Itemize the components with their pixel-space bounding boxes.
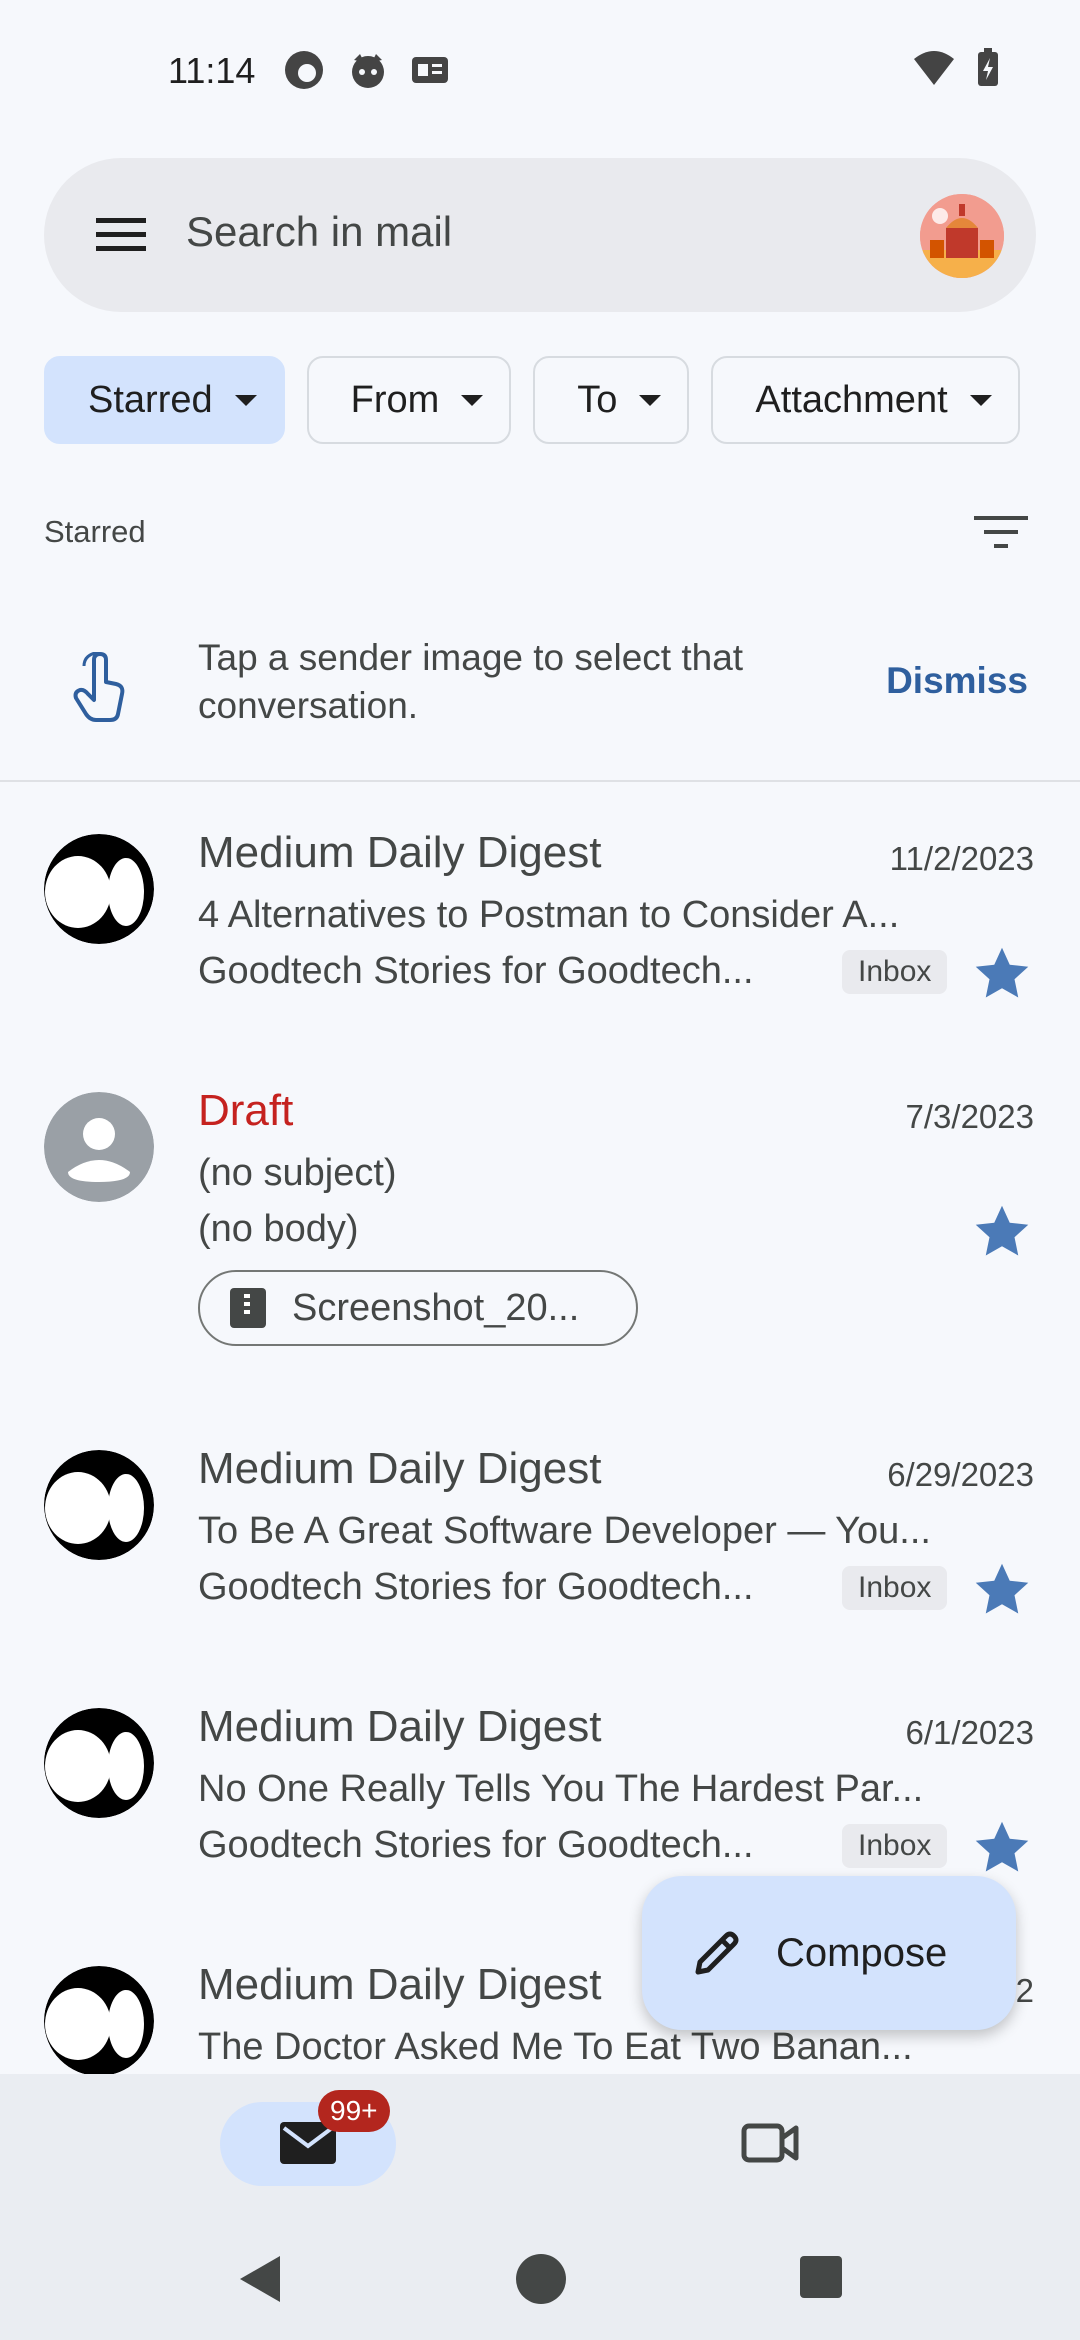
- system-navigation: [0, 2234, 1080, 2340]
- edge-icon: [285, 51, 323, 89]
- battery-charging-icon: [978, 48, 998, 86]
- inbox-label: Inbox: [842, 950, 948, 994]
- mail-date: 6/1/2023: [905, 1714, 1034, 1751]
- chip-to[interactable]: To: [533, 356, 690, 444]
- mail-snippet: Goodtech Stories for Goodtech...: [198, 1824, 754, 1866]
- mail-row[interactable]: Medium Daily Digest 11/2/2023 4 Alternat…: [0, 794, 1080, 1052]
- news-icon: [412, 57, 448, 83]
- inbox-label: Inbox: [842, 1566, 948, 1610]
- recents-icon[interactable]: [798, 2254, 844, 2300]
- chip-starred[interactable]: Starred: [44, 356, 285, 444]
- medium-logo-icon[interactable]: [44, 834, 154, 944]
- person-avatar-icon[interactable]: [44, 1092, 154, 1202]
- bottom-navigation: 99+: [0, 2074, 1080, 2234]
- compose-button[interactable]: Compose: [642, 1876, 1016, 2030]
- dismiss-button[interactable]: Dismiss: [886, 660, 1028, 702]
- filter-chips: Starred From To Attachment: [44, 356, 1020, 444]
- cat-icon: [352, 54, 384, 88]
- status-system-icons: [912, 48, 1000, 88]
- caret-down-icon: [969, 394, 992, 406]
- mail-row-draft[interactable]: Draft 7/3/2023 (no subject) (no body) Sc…: [0, 1052, 1080, 1382]
- mail-date: 7/3/2023: [905, 1098, 1034, 1135]
- compose-label: Compose: [776, 1930, 948, 1975]
- medium-avatar-image: [44, 1966, 154, 2074]
- sender-name: Medium Daily Digest: [198, 1444, 602, 1493]
- mail-date: 6/29/2023: [887, 1456, 1034, 1493]
- chip-label: To: [577, 378, 618, 421]
- home-icon[interactable]: [514, 2252, 568, 2306]
- status-bar: 11:14: [0, 0, 1080, 140]
- medium-logo-icon[interactable]: [44, 1450, 154, 1560]
- filter-icon[interactable]: [974, 514, 1028, 552]
- medium-avatar-image: [44, 1708, 154, 1818]
- caret-down-icon: [234, 394, 257, 406]
- section-label: Starred: [44, 514, 146, 549]
- medium-avatar-image: [44, 1450, 154, 1560]
- mail-row[interactable]: Medium Daily Digest 6/29/2023 To Be A Gr…: [0, 1410, 1080, 1668]
- sender-name: Medium Daily Digest: [198, 1702, 602, 1751]
- sender-name: Draft: [198, 1086, 294, 1135]
- medium-logo-icon[interactable]: [44, 1966, 154, 2074]
- status-time: 11:14: [168, 50, 256, 91]
- caret-down-icon: [461, 394, 484, 406]
- attachment-chip[interactable]: Screenshot_20...: [198, 1270, 638, 1346]
- mail-subject: (no subject): [198, 1152, 397, 1194]
- star-icon[interactable]: [972, 1818, 1032, 1878]
- inbox-label: Inbox: [842, 1824, 948, 1868]
- menu-icon[interactable]: [96, 212, 146, 258]
- zip-file-icon: [230, 1288, 266, 1328]
- tip-text: Tap a sender image to select that conver…: [198, 637, 744, 726]
- chip-from[interactable]: From: [306, 356, 512, 444]
- selection-tip: Tap a sender image to select that conver…: [0, 600, 1080, 782]
- medium-logo-icon[interactable]: [44, 1708, 154, 1818]
- star-icon[interactable]: [972, 1560, 1032, 1620]
- video-camera-icon[interactable]: [740, 2118, 800, 2168]
- star-icon[interactable]: [972, 1202, 1032, 1262]
- person-avatar-image: [44, 1092, 154, 1202]
- sender-name: Medium Daily Digest: [198, 828, 602, 877]
- account-avatar[interactable]: [920, 194, 1004, 278]
- mail-snippet: Goodtech Stories for Goodtech...: [198, 950, 754, 992]
- mail-date: 11/2/2023: [889, 840, 1034, 877]
- medium-avatar-image: [44, 834, 154, 944]
- back-icon[interactable]: [234, 2252, 284, 2306]
- wifi-icon: [914, 51, 954, 85]
- mail-subject: The Doctor Asked Me To Eat Two Banan...: [198, 2026, 913, 2068]
- pencil-icon: [695, 1931, 739, 1975]
- mail-snippet: (no body): [198, 1208, 359, 1250]
- mail-subject: No One Really Tells You The Hardest Par.…: [198, 1768, 924, 1810]
- unread-badge: 99+: [318, 2090, 390, 2132]
- star-icon[interactable]: [972, 944, 1032, 1004]
- chip-label: From: [350, 378, 440, 421]
- search-bar[interactable]: Search in mail: [44, 158, 1036, 312]
- chip-attachment[interactable]: Attachment: [711, 356, 1020, 444]
- mail-subject: 4 Alternatives to Postman to Consider A.…: [198, 894, 900, 936]
- mail-subject: To Be A Great Software Developer — You..…: [198, 1510, 931, 1552]
- gmail-app: 11:14 Search in mail Starred From To Att…: [0, 0, 1080, 2340]
- chip-label: Attachment: [755, 378, 948, 421]
- tap-gesture-icon: [73, 652, 125, 722]
- search-input[interactable]: Search in mail: [186, 208, 452, 256]
- sender-name: Medium Daily Digest: [198, 1960, 602, 2009]
- account-avatar-image: [920, 194, 1004, 278]
- chip-label: Starred: [88, 378, 213, 421]
- attachment-name: Screenshot_20...: [292, 1286, 580, 1329]
- caret-down-icon: [639, 394, 662, 406]
- mail-snippet: Goodtech Stories for Goodtech...: [198, 1566, 754, 1608]
- status-notification-icons: [282, 48, 450, 92]
